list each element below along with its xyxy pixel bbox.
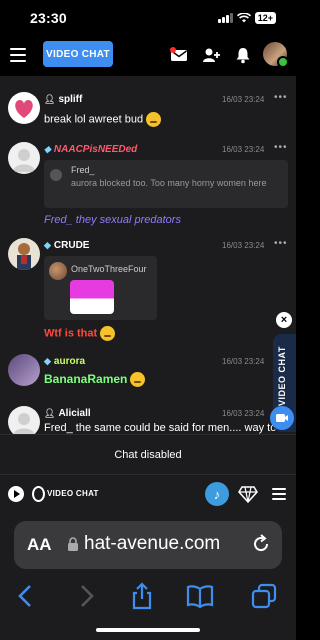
emoji-icon [146, 112, 162, 127]
more-options-icon[interactable]: ••• [274, 238, 288, 249]
image-attachment[interactable]: OneTwoThreeFour [44, 256, 157, 320]
home-indicator [96, 628, 200, 632]
camera-icon[interactable] [32, 486, 45, 502]
status-icons: 12+ [217, 12, 276, 24]
bookmarks-icon[interactable] [186, 582, 214, 610]
avatar [49, 262, 67, 280]
message-time: 16/03 23:24 [222, 409, 265, 418]
forward-icon[interactable] [72, 582, 100, 610]
message-text: Fred_ the same could be said for men....… [44, 422, 277, 434]
video-chat-button[interactable]: VIDEO CHAT [43, 41, 113, 67]
browser-chrome: AA hat-avenue.com [0, 512, 296, 640]
message-time: 16/03 23:24 [222, 357, 265, 366]
share-icon[interactable] [128, 582, 156, 610]
address-bar[interactable]: AA hat-avenue.com [14, 521, 282, 569]
message-time: 16/03 23:24 [222, 95, 265, 104]
diamond-icon: ◆ [44, 356, 51, 366]
add-user-icon[interactable] [202, 46, 220, 64]
attachment-thumbnail[interactable] [70, 280, 114, 314]
message-text: BananaRamen [44, 372, 146, 388]
username[interactable]: ◆ aurora [44, 356, 85, 367]
user-icon: 👤︎ [44, 94, 56, 104]
music-icon[interactable]: ♪ [205, 482, 229, 506]
diamond-icon: ◆ [44, 240, 51, 250]
avatar[interactable] [263, 42, 289, 68]
avatar[interactable] [8, 238, 40, 270]
lock-icon [68, 537, 78, 551]
more-options-icon[interactable]: ••• [274, 142, 288, 153]
avatar[interactable] [8, 142, 40, 174]
avatar [50, 169, 62, 181]
username[interactable]: ◆ NAACPisNEEDed [44, 144, 137, 155]
signal-icon [217, 13, 233, 23]
back-icon[interactable] [12, 582, 40, 610]
more-options-icon[interactable]: ••• [274, 92, 288, 103]
menu-icon[interactable] [10, 48, 26, 62]
username[interactable]: ◆ CRUDE [44, 240, 89, 251]
browser-nav [0, 578, 296, 614]
wifi-icon [236, 13, 251, 23]
message-time: 16/03 23:24 [222, 145, 265, 154]
message-text: break lol awreet bud [44, 112, 162, 127]
url-text[interactable]: hat-avenue.com [84, 533, 220, 555]
menu-icon[interactable] [272, 488, 286, 500]
quoted-message[interactable]: Fred_ aurora blocked too. Too many horny… [44, 160, 288, 208]
avatar[interactable] [8, 92, 40, 124]
status-time: 23:30 [30, 10, 67, 26]
username[interactable]: 👤︎ Aliciall [44, 408, 91, 419]
video-chat-icon[interactable] [270, 406, 294, 430]
chat-area[interactable]: 👤︎ spliff 16/03 23:24 ••• break lol awre… [0, 76, 296, 434]
user-icon: 👤︎ [44, 408, 56, 418]
play-icon[interactable] [8, 486, 24, 502]
attachment-author: OneTwoThreeFour [71, 264, 147, 274]
reader-settings-button[interactable]: AA [27, 535, 52, 555]
reload-icon[interactable] [250, 533, 272, 555]
tabs-icon[interactable] [250, 582, 278, 610]
message-time: 16/03 23:24 [222, 241, 265, 250]
gem-icon[interactable] [238, 485, 258, 503]
emoji-icon [100, 326, 116, 341]
app-header: VIDEO CHAT [0, 36, 296, 76]
status-bar: 23:30 12+ [0, 0, 296, 36]
mail-icon[interactable] [170, 46, 188, 64]
quote-text: aurora blocked too. Too many horny women… [71, 178, 267, 188]
diamond-icon: ◆ [44, 144, 51, 154]
avatar[interactable] [8, 406, 40, 434]
chat-disabled-notice: Chat disabled [0, 434, 296, 474]
close-icon[interactable]: × [276, 312, 292, 328]
battery-icon: 12+ [254, 12, 276, 24]
message-text: Wtf is that [44, 326, 116, 341]
video-chat-label[interactable]: VIDEO CHAT [47, 489, 99, 498]
side-tab-label: VIDEO CHAT [277, 346, 287, 406]
quote-author: Fred_ [71, 165, 95, 175]
bottom-toolbar: VIDEO CHAT ♪ [0, 474, 296, 512]
message-text: Fred_ they sexual predators [44, 214, 181, 226]
username[interactable]: 👤︎ spliff [44, 94, 82, 105]
emoji-icon [130, 372, 146, 388]
avatar[interactable] [8, 354, 40, 386]
bell-icon[interactable] [234, 46, 252, 64]
